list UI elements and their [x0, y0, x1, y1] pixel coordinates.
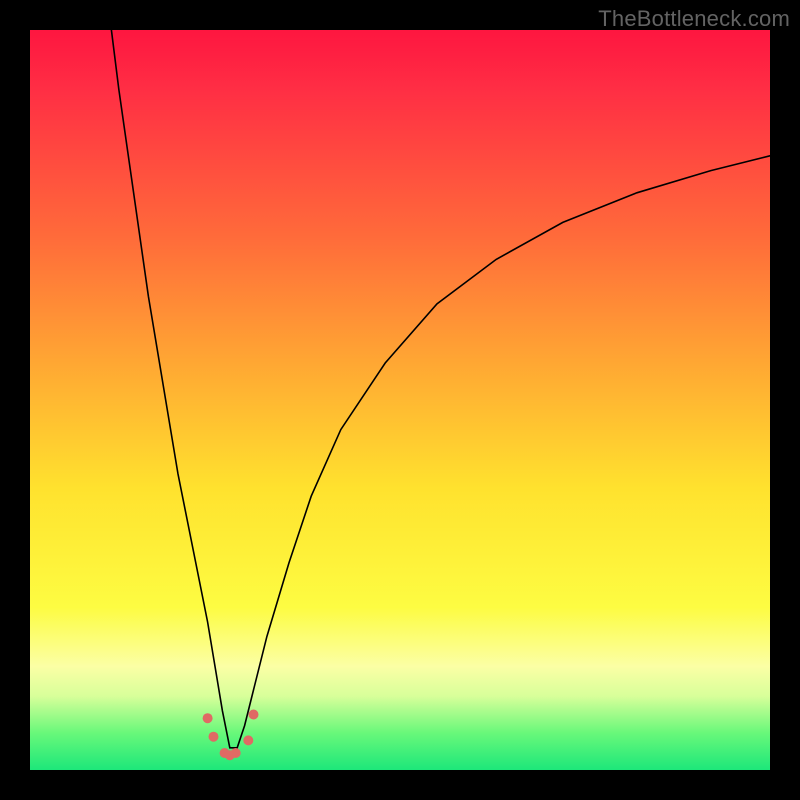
minimum-marker	[243, 735, 253, 745]
chart-frame: TheBottleneck.com	[0, 0, 800, 800]
plot-area	[30, 30, 770, 770]
curve-layer	[30, 30, 770, 770]
minimum-marker	[249, 710, 259, 720]
marker-group	[203, 710, 259, 761]
watermark-text: TheBottleneck.com	[598, 6, 790, 32]
minimum-marker	[231, 748, 241, 758]
bottleneck-curve	[111, 30, 770, 748]
minimum-marker	[209, 732, 219, 742]
minimum-marker	[203, 713, 213, 723]
